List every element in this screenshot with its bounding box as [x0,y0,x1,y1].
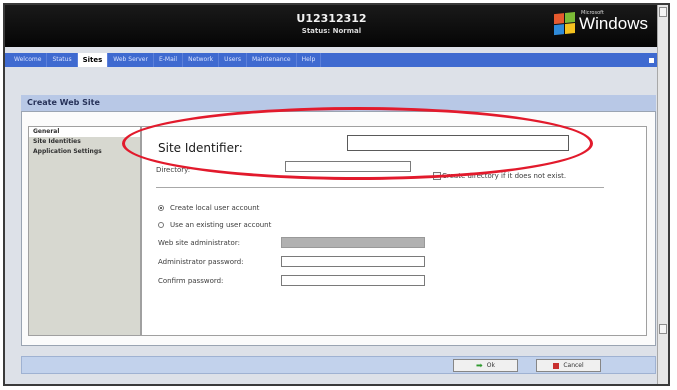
windows-logo: Microsoft Windows [554,10,648,36]
admin-password-label: Administrator password: [158,258,244,266]
vertical-scrollbar[interactable] [657,5,668,384]
create-local-user-radio[interactable] [158,205,164,211]
nav-tab-status[interactable]: Status [47,53,78,67]
page-title: Create Web Site [27,98,100,107]
sidebar-item-general[interactable]: General [29,127,140,137]
sidebar: General Site Identities Application Sett… [28,126,141,336]
use-existing-user-label: Use an existing user account [170,221,272,229]
ok-label: Ok [486,362,495,369]
nav-tab-maintenance[interactable]: Maintenance [247,53,297,67]
confirm-password-input[interactable] [281,275,425,286]
footer-bar: ➡ Ok Cancel [21,356,656,374]
windows-label: Windows [579,14,648,33]
browser-frame: U12312312 Status: Normal Microsoft Windo… [3,3,670,386]
web-admin-input [281,237,425,248]
cancel-button[interactable]: Cancel [536,359,601,372]
nav-tab-email[interactable]: E-Mail [154,53,184,67]
nav-tab-welcome[interactable]: Welcome [9,53,48,67]
nav-tab-sites[interactable]: Sites [77,53,109,67]
use-existing-user-radio[interactable] [158,222,164,228]
header-bar: U12312312 Status: Normal Microsoft Windo… [5,5,658,47]
ok-button[interactable]: ➡ Ok [453,359,518,372]
nav-tab-users[interactable]: Users [219,53,247,67]
cancel-icon [553,362,560,369]
confirm-password-label: Confirm password: [158,277,224,285]
highlight-ellipse [122,107,593,180]
web-admin-label: Web site administrator: [158,239,240,247]
nav-end-marker [649,57,654,63]
scroll-down-button[interactable] [659,324,667,334]
nav-tab-network[interactable]: Network [183,53,220,67]
scroll-up-button[interactable] [659,7,667,17]
windows-flag-icon [554,11,576,36]
arrow-right-icon: ➡ [476,361,483,370]
nav-tab-web-server[interactable]: Web Server [108,53,154,67]
microsoft-label: Microsoft [581,10,604,16]
create-local-user-label: Create local user account [170,204,260,212]
nav-tab-help[interactable]: Help [297,53,322,67]
divider [156,187,604,188]
admin-password-input[interactable] [281,256,425,267]
nav-bar: Welcome Status Sites Web Server E-Mail N… [5,53,658,67]
cancel-label: Cancel [563,362,584,369]
